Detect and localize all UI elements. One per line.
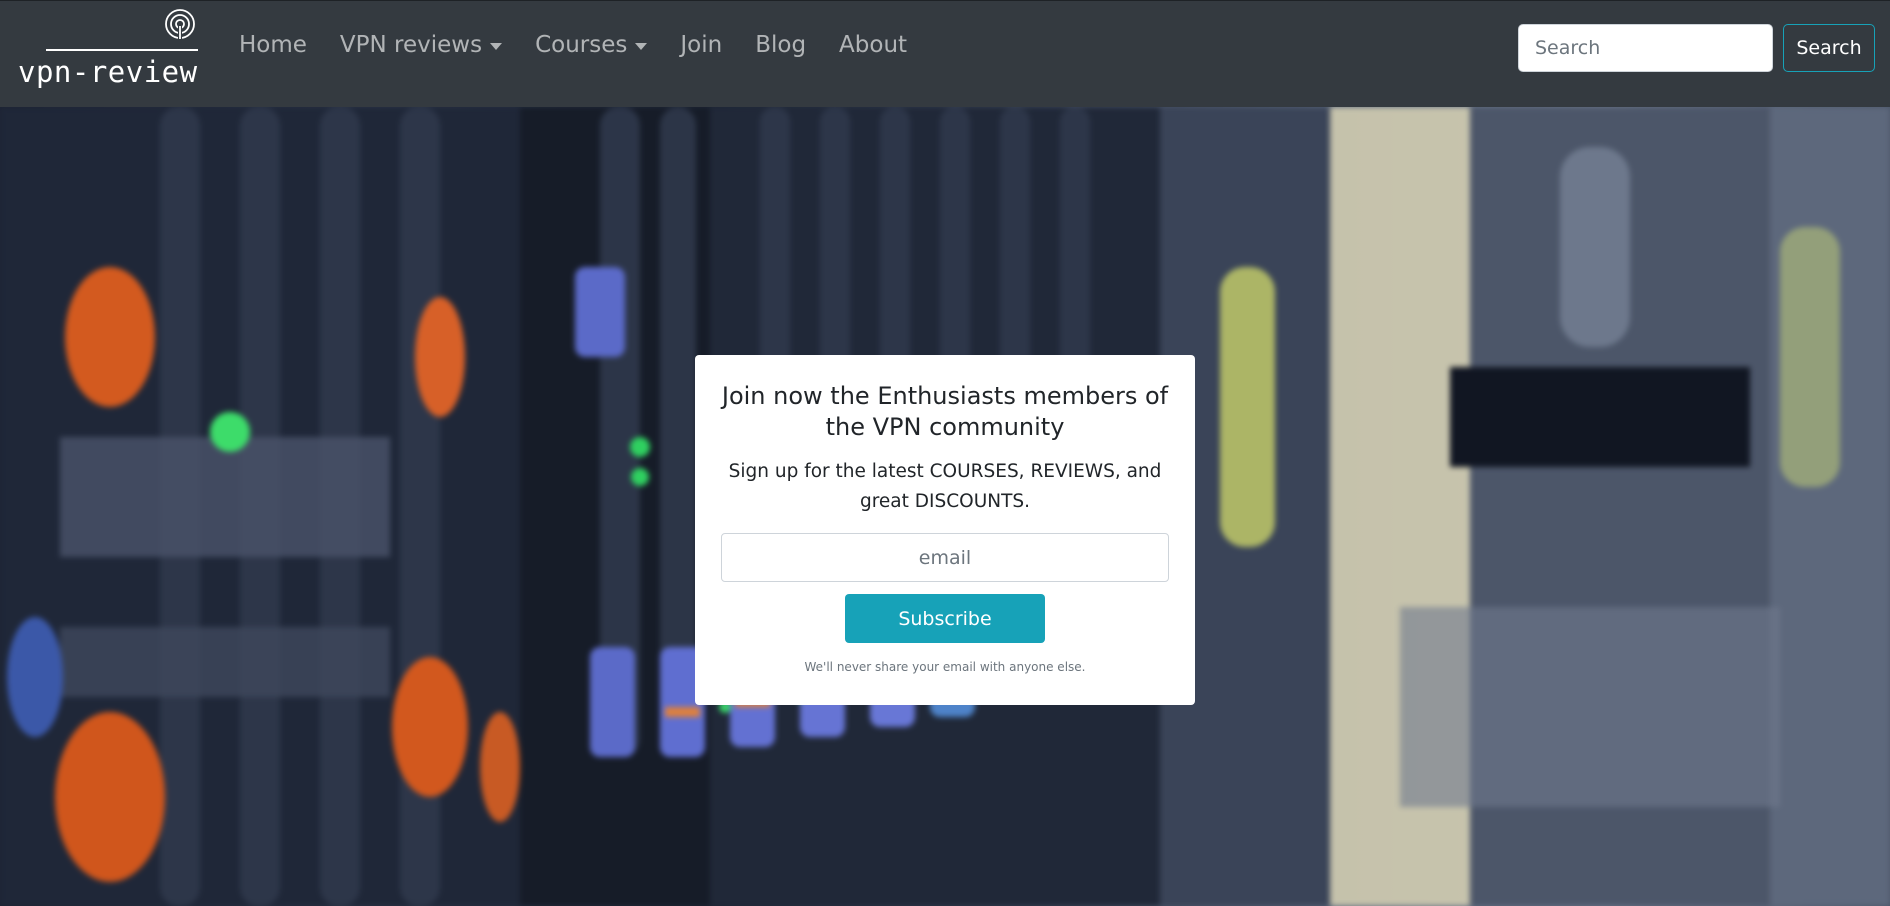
nav-link-home[interactable]: Home <box>239 32 307 58</box>
signup-title: Join now the Enthusiasts members of the … <box>721 382 1169 441</box>
nav-link-join[interactable]: Join <box>680 32 722 58</box>
top-navbar: vpn-review Home VPN reviews Courses Join… <box>0 0 1890 107</box>
nav-link-label: VPN reviews <box>339 32 483 58</box>
nav-link-label: About <box>839 32 908 58</box>
nav-link-about[interactable]: About <box>839 32 907 58</box>
search-button[interactable]: Search <box>1783 24 1875 72</box>
email-field[interactable] <box>721 533 1169 582</box>
subscribe-button[interactable]: Subscribe <box>845 594 1045 643</box>
brand-logo[interactable]: vpn-review <box>18 5 202 97</box>
nav-link-label: Home <box>239 32 307 58</box>
nav-dropdown-vpn-reviews[interactable]: VPN reviews <box>339 32 503 58</box>
nav-link-blog[interactable]: Blog <box>755 32 806 58</box>
brand-underline <box>46 49 198 51</box>
privacy-disclaimer: We'll never share your email with anyone… <box>804 660 1086 674</box>
caret-down-icon <box>635 42 648 50</box>
nav-link-label: Courses <box>535 32 628 58</box>
nav-link-label: Join <box>680 32 723 58</box>
caret-down-icon <box>490 42 503 50</box>
nav-dropdown-courses[interactable]: Courses <box>535 32 648 58</box>
signup-description: Sign up for the latest COURSES, REVIEWS,… <box>728 461 1162 512</box>
signup-card: Join now the Enthusiasts members of the … <box>695 355 1195 705</box>
nav-link-label: Blog <box>755 32 807 58</box>
search-input[interactable] <box>1518 24 1773 72</box>
brand-text[interactable]: vpn-review <box>18 55 198 89</box>
nav-links: Home VPN reviews Courses Join Blog About <box>239 32 940 58</box>
broadcast-antenna-icon <box>165 9 195 39</box>
hero-section: Join now the Enthusiasts members of the … <box>0 107 1890 906</box>
